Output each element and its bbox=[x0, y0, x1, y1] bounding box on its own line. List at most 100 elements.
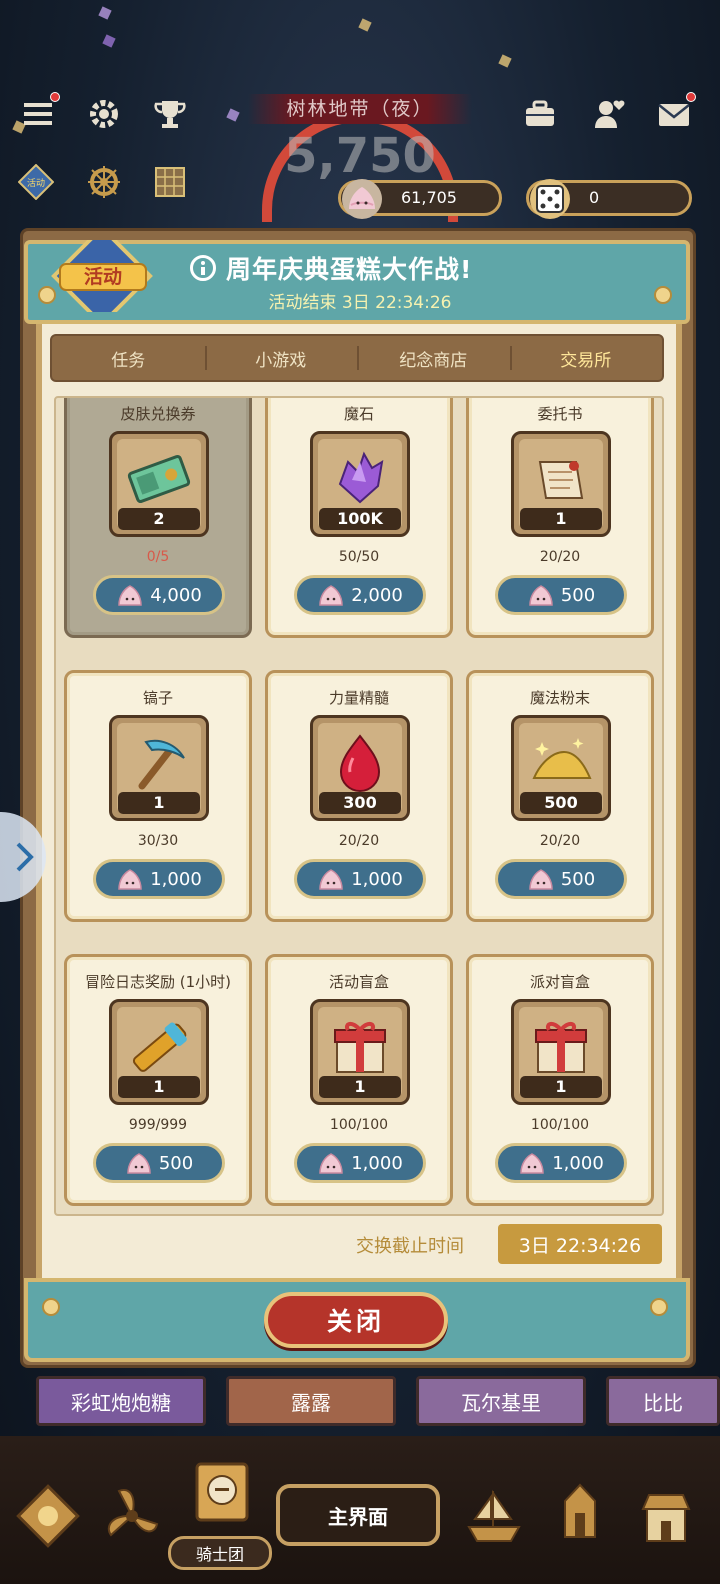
event-badge-label: 活动 bbox=[84, 265, 122, 288]
crystal-icon bbox=[338, 451, 384, 504]
price-value: 1,000 bbox=[351, 1152, 403, 1174]
dice-icon bbox=[530, 179, 570, 219]
confetti bbox=[358, 18, 372, 32]
minigame-icon[interactable] bbox=[148, 160, 192, 204]
item-frame: 1 bbox=[109, 999, 209, 1105]
tab-exchange[interactable]: 交易所 bbox=[509, 336, 663, 380]
nav-knight-icon[interactable] bbox=[180, 1446, 264, 1536]
item-quantity: 1 bbox=[118, 792, 200, 814]
confetti bbox=[98, 6, 112, 20]
dice-currency-value: 0 bbox=[589, 188, 600, 207]
event-timer: 活动结束 3日 22:34:26 bbox=[268, 293, 452, 313]
cake-icon bbox=[127, 1153, 151, 1174]
item-stock: 50/50 bbox=[338, 549, 380, 565]
cake-icon bbox=[319, 1153, 343, 1174]
item-name: 皮肤兑换券 bbox=[120, 405, 196, 423]
item-stock: 20/20 bbox=[539, 833, 581, 849]
item-quantity: 100K bbox=[319, 508, 401, 530]
item-name: 活动盲盒 bbox=[328, 973, 389, 991]
price-button[interactable]: 1,000 bbox=[93, 859, 225, 899]
ship-wheel-icon[interactable] bbox=[82, 160, 126, 204]
item-quantity: 1 bbox=[520, 1076, 602, 1098]
settings-gear-icon[interactable] bbox=[82, 92, 126, 136]
exchange-card[interactable]: 皮肤兑换券 2 0/5 4,000 bbox=[64, 398, 252, 638]
item-quantity: 1 bbox=[118, 1076, 200, 1098]
tab-minigame[interactable]: 小游戏 bbox=[204, 336, 358, 380]
item-quantity: 500 bbox=[520, 792, 602, 814]
nav-compass-icon[interactable] bbox=[8, 1476, 88, 1556]
item-name: 力量精髓 bbox=[328, 689, 389, 707]
nav-main-button[interactable]: 主界面 bbox=[276, 1484, 440, 1546]
item-frame: 1 bbox=[109, 715, 209, 821]
item-frame: 1 bbox=[511, 999, 611, 1105]
exchange-card[interactable]: 委托书 1 20/20 500 bbox=[466, 398, 654, 638]
item-quantity: 1 bbox=[319, 1076, 401, 1098]
behind-button[interactable]: 彩虹炮炮糖 bbox=[36, 1376, 206, 1426]
price-value: 2,000 bbox=[351, 584, 403, 606]
cake-icon bbox=[319, 585, 343, 606]
event-icon-label: 活动 bbox=[27, 177, 45, 189]
event-title-text: 周年庆典蛋糕大作战! bbox=[226, 255, 473, 284]
event-icon[interactable]: 活动 bbox=[14, 160, 58, 204]
item-stock: 30/30 bbox=[137, 833, 179, 849]
exchange-card[interactable]: 力量精髓 300 20/20 1,000 bbox=[265, 670, 453, 922]
price-button[interactable]: 1,000 bbox=[294, 859, 426, 899]
scroll-icon bbox=[538, 461, 584, 499]
exchange-grid: 皮肤兑换券 2 0/5 4,000 魔石 100K 50/50 2,000 委托… bbox=[54, 396, 664, 1216]
nav-ship-icon[interactable] bbox=[454, 1476, 534, 1556]
exchange-card[interactable]: 镐子 1 30/30 1,000 bbox=[64, 670, 252, 922]
nav-tower-icon[interactable] bbox=[540, 1470, 620, 1550]
chevron-right-icon bbox=[16, 842, 34, 872]
nav-shop-icon[interactable] bbox=[626, 1476, 706, 1556]
behind-button[interactable]: 比比 bbox=[606, 1376, 720, 1426]
trophy-icon[interactable] bbox=[148, 92, 192, 136]
item-name: 魔法粉末 bbox=[529, 689, 590, 707]
nav-propeller-icon[interactable] bbox=[92, 1476, 172, 1556]
deadline-value: 3日 22:34:26 bbox=[498, 1224, 662, 1264]
exchange-card[interactable]: 魔法粉末 500 20/20 500 bbox=[466, 670, 654, 922]
cake-icon bbox=[319, 869, 343, 890]
price-value: 1,000 bbox=[150, 868, 202, 890]
item-quantity: 300 bbox=[319, 792, 401, 814]
price-button[interactable]: 500 bbox=[93, 1143, 225, 1183]
price-value: 4,000 bbox=[150, 584, 202, 606]
item-frame: 100K bbox=[310, 431, 410, 537]
nav-knight-label[interactable]: 骑士团 bbox=[168, 1536, 272, 1570]
price-button[interactable]: 500 bbox=[495, 859, 627, 899]
exchange-card[interactable]: 魔石 100K 50/50 2,000 bbox=[265, 398, 453, 638]
price-button[interactable]: 1,000 bbox=[495, 1143, 627, 1183]
notification-dot bbox=[686, 92, 696, 102]
behind-button[interactable]: 瓦尔基里 bbox=[416, 1376, 586, 1426]
behind-button[interactable]: 露露 bbox=[226, 1376, 396, 1426]
toolbox-icon[interactable] bbox=[518, 92, 562, 136]
item-quantity: 2 bbox=[118, 508, 200, 530]
price-button[interactable]: 500 bbox=[495, 575, 627, 615]
info-icon[interactable] bbox=[190, 255, 216, 281]
confetti bbox=[226, 108, 240, 122]
dice-currency[interactable]: 0 bbox=[526, 179, 692, 219]
exchange-card[interactable]: 冒险日志奖励 (1小时) 1 999/999 500 bbox=[64, 954, 252, 1206]
item-stock: 20/20 bbox=[539, 549, 581, 565]
notification-dot bbox=[50, 92, 60, 102]
mail-icon[interactable] bbox=[652, 92, 696, 136]
confetti bbox=[498, 54, 512, 68]
price-button[interactable]: 1,000 bbox=[294, 1143, 426, 1183]
powder-icon bbox=[532, 738, 592, 779]
price-button[interactable]: 4,000 bbox=[93, 575, 225, 615]
tab-souvenir-shop[interactable]: 纪念商店 bbox=[357, 336, 510, 380]
menu-icon[interactable] bbox=[16, 92, 60, 136]
deadline-label: 交换截止时间 bbox=[356, 1236, 464, 1257]
cake-icon bbox=[342, 179, 382, 219]
cake-currency[interactable]: 61,705 bbox=[338, 179, 502, 219]
close-button[interactable]: 关闭 bbox=[264, 1292, 448, 1348]
item-stock: 100/100 bbox=[329, 1117, 389, 1133]
price-button[interactable]: 2,000 bbox=[294, 575, 426, 615]
telescope-icon bbox=[132, 1022, 187, 1072]
cake-currency-value: 61,705 bbox=[401, 188, 457, 207]
exchange-card[interactable]: 派对盲盒 1 100/100 1,000 bbox=[466, 954, 654, 1206]
event-title: 周年庆典蛋糕大作战! bbox=[190, 250, 530, 286]
friends-icon[interactable] bbox=[588, 92, 632, 136]
tab-missions[interactable]: 任务 bbox=[52, 336, 205, 380]
item-stock: 0/5 bbox=[146, 549, 170, 565]
exchange-card[interactable]: 活动盲盒 1 100/100 1,000 bbox=[265, 954, 453, 1206]
